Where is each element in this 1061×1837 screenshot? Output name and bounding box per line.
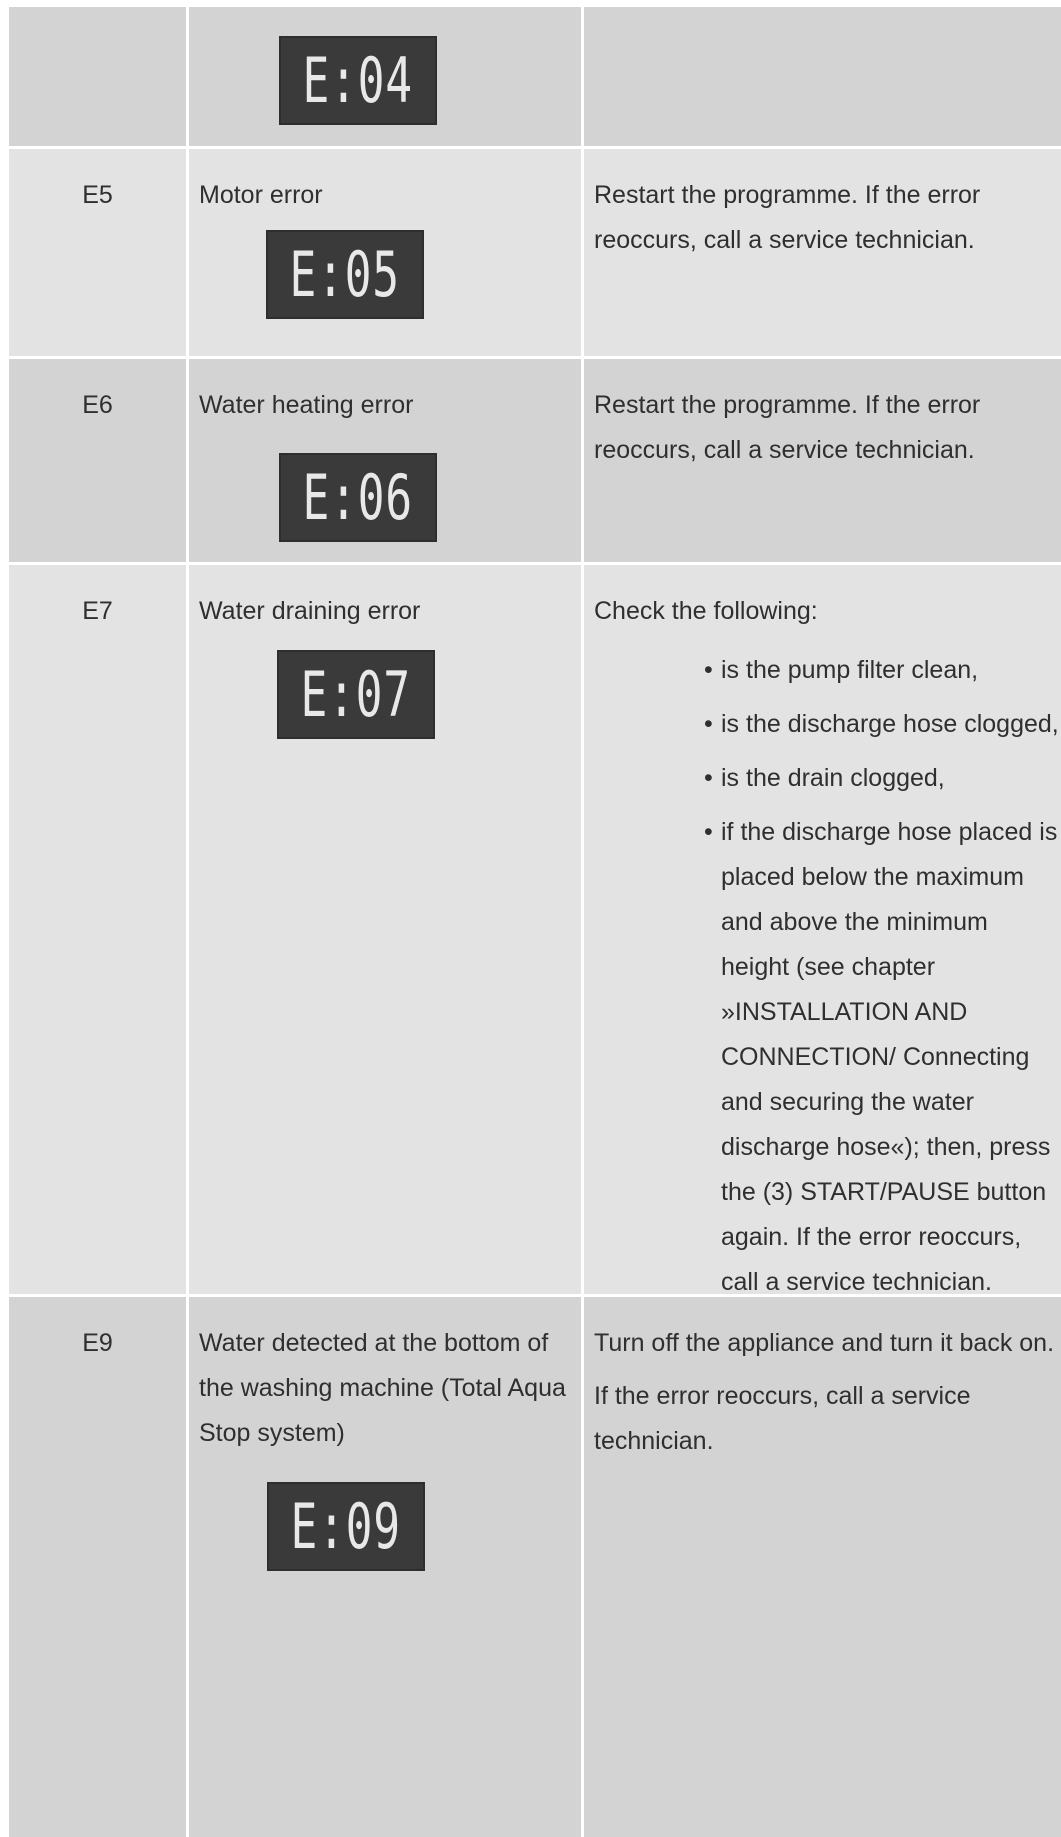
error-display-image: E:05 [266,230,424,319]
error-code-cell: E6 [9,359,189,562]
error-row-e9: E9 Water detected at the bottom of the w… [9,1297,1061,1837]
error-description-cell: Water detected at the bottom of the wash… [189,1297,584,1837]
error-solution: Restart the programme. If the error reoc… [594,391,981,464]
error-code: E6 [82,391,113,419]
error-solution-cell: Check the following: • is the pump filter… [584,565,1061,1296]
error-display-image: E:07 [277,650,435,739]
error-row-e4: E:04 [9,7,1061,149]
checklist-item: • is the drain clogged, [594,756,1061,801]
error-display-image: E:09 [267,1482,425,1571]
error-description: Water heating error [199,391,414,419]
error-row-e5: E5 Motor error E:05 Restart the programm… [9,149,1061,359]
display-readout: E:09 [290,1489,402,1563]
error-code: E9 [82,1329,113,1357]
bullet-icon: • [704,710,713,738]
error-solution-intro: Check the following: [594,597,818,625]
error-display-image: E:06 [279,453,437,542]
error-solution: Restart the programme. If the error reoc… [594,181,981,254]
error-solution-paragraph: Turn off the appliance and turn it back … [594,1329,1055,1357]
bullet-icon: • [704,764,713,792]
error-description: Water detected at the bottom of the wash… [199,1329,566,1447]
error-code-cell: E7 [9,565,189,1294]
error-description: Water draining error [199,597,421,625]
error-row-e6: E6 Water heating error E:06 Restart the … [9,359,1061,565]
bullet-icon: • [704,818,713,846]
error-solution-cell: Restart the programme. If the error reoc… [584,359,1061,562]
error-solution-paragraph: If the error reoccurs, call a service te… [594,1382,971,1455]
checklist-item: • is the pump filter clean, [594,648,1061,693]
error-solution-cell: Restart the programme. If the error reoc… [584,149,1061,356]
error-description-cell: E:04 [189,7,584,146]
checklist-item: • is the discharge hose clogged, [594,702,1061,747]
error-description: Motor error [199,181,323,209]
checklist: • is the pump filter clean, • is the disch… [594,648,1061,1305]
error-code: E7 [82,597,113,625]
display-readout: E:07 [300,657,412,731]
error-table: E:04 E5 Motor error E:05 Restart the pro… [9,7,1061,1837]
error-description-cell: Water heating error E:06 [189,359,584,562]
display-readout: E:04 [302,43,414,117]
error-display-image: E:04 [279,36,437,125]
checklist-item: • if the discharge hose placed is placed … [594,810,1061,1305]
display-readout: E:06 [302,460,414,534]
error-code-cell: E9 [9,1297,189,1837]
error-description-cell: Water draining error E:07 [189,565,584,1294]
error-description-cell: Motor error E:05 [189,149,584,356]
bullet-icon: • [704,656,713,684]
error-code-cell [9,7,189,146]
error-solution-cell [584,7,1061,146]
error-code: E5 [82,181,113,209]
error-row-e7: E7 Water draining error E:07 Check the f… [9,565,1061,1297]
error-solution-cell: Turn off the appliance and turn it back … [584,1297,1061,1837]
display-readout: E:05 [289,237,401,311]
error-code-cell: E5 [9,149,189,356]
